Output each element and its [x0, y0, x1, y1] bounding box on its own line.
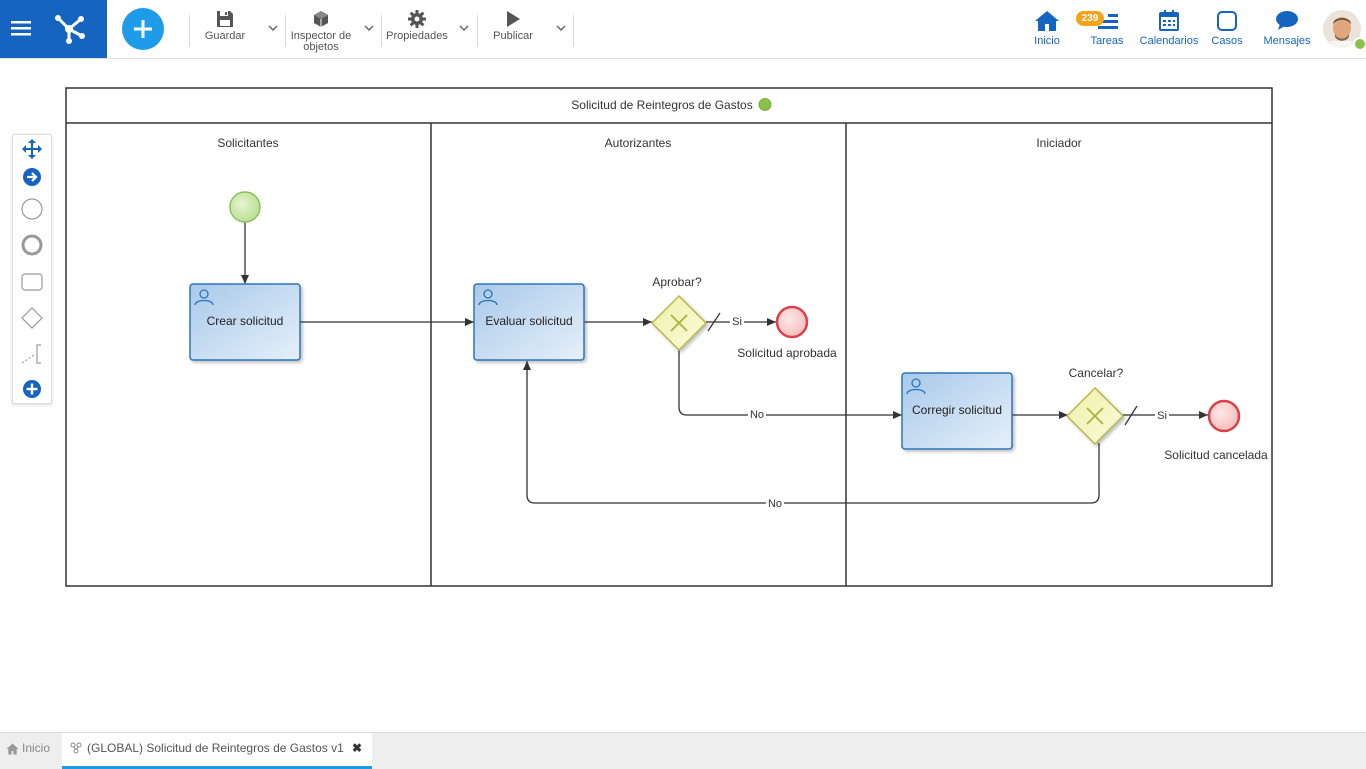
nav-cases[interactable]: Casos	[1208, 10, 1246, 47]
nav-calendars[interactable]: Calendarios	[1138, 10, 1200, 47]
start-event[interactable]	[229, 191, 261, 223]
close-tab-icon[interactable]: ✖	[352, 741, 362, 755]
app-logo-icon[interactable]	[52, 12, 86, 44]
toolbar-divider	[573, 15, 574, 47]
bottom-tab-bar: Inicio (GLOBAL) Solicitud de Reintegros …	[0, 732, 1366, 769]
play-icon	[507, 11, 520, 27]
flow-approve-no[interactable]	[678, 350, 902, 419]
tab-home[interactable]: Inicio	[0, 733, 60, 769]
plus-icon	[134, 20, 152, 38]
task-evaluar-solicitud[interactable]: Evaluar solicitud	[473, 283, 585, 361]
toolbar-divider	[285, 15, 286, 47]
connector-arrow-icon[interactable]	[21, 166, 43, 188]
home-icon	[1035, 11, 1059, 31]
flow-label-no-cancel: No	[768, 498, 782, 510]
save-button[interactable]: Guardar	[200, 10, 250, 42]
task-label-evaluar: Evaluar solicitud	[485, 314, 572, 328]
properties-label: Propiedades	[386, 30, 448, 42]
flow-label-bg	[730, 315, 744, 327]
cube-icon	[314, 11, 328, 27]
nav-home-label: Inicio	[1034, 35, 1060, 47]
nav-cases-label: Casos	[1211, 35, 1243, 47]
task-rectangle-icon[interactable]	[21, 271, 43, 293]
tab-process-label: (GLOBAL) Solicitud de Reintegros de Gast…	[87, 741, 344, 755]
nav-home[interactable]: Inicio	[1028, 10, 1066, 47]
bpmn-diagram-canvas: Solicitud de Reintegros de Gastos Solici…	[65, 87, 1273, 587]
hamburger-menu-icon[interactable]	[11, 18, 31, 38]
chat-bubble-icon	[1276, 11, 1298, 30]
cases-square-icon	[1217, 11, 1237, 31]
save-dropdown-chevron-icon[interactable]	[268, 24, 278, 32]
move-arrows-icon[interactable]	[21, 138, 43, 160]
task-crear-solicitud[interactable]: Crear solicitud	[189, 283, 301, 361]
publish-button[interactable]: Publicar	[486, 10, 540, 42]
toolbar-divider	[381, 15, 382, 47]
toolbar-divider	[477, 15, 478, 47]
nav-tasks-label: Tareas	[1090, 35, 1124, 47]
brand-area	[0, 0, 107, 58]
nav-messages-label: Mensajes	[1263, 35, 1311, 47]
gateway-aprobar[interactable]	[650, 294, 708, 352]
start-event-circle-icon[interactable]	[21, 198, 43, 220]
user-task-icon	[478, 289, 498, 306]
exclusive-gateway-x-icon	[670, 314, 688, 332]
lane-title-solicitantes: Solicitantes	[217, 136, 278, 150]
flow-label-yes-cancel: Si	[1157, 410, 1167, 422]
end-event-label-approved: Solicitud aprobada	[737, 346, 837, 360]
end-event-circle-icon[interactable]	[21, 234, 43, 256]
object-inspector-button[interactable]: Inspector de objetos	[287, 10, 355, 53]
flow-label-bg	[766, 497, 784, 509]
inspector-dropdown-chevron-icon[interactable]	[364, 24, 374, 32]
tab-home-label: Inicio	[22, 741, 51, 755]
lane-title-iniciador: Iniciador	[1036, 136, 1081, 150]
calendar-icon	[1159, 10, 1179, 31]
gateway-label-aprobar: Aprobar?	[652, 275, 702, 289]
gateway-cancelar[interactable]	[1065, 386, 1125, 446]
task-label-crear: Crear solicitud	[207, 314, 284, 328]
pool-status-dot	[758, 98, 772, 111]
flow-label-bg	[748, 409, 766, 421]
flow-cancel-no[interactable]	[523, 361, 1100, 504]
end-event-canceled[interactable]	[1207, 399, 1241, 433]
user-status-indicator	[1353, 37, 1366, 51]
properties-dropdown-chevron-icon[interactable]	[459, 24, 469, 32]
flow-label-no-approve: No	[750, 409, 764, 421]
pool-container[interactable]	[65, 87, 1273, 587]
tab-process[interactable]: (GLOBAL) Solicitud de Reintegros de Gast…	[62, 733, 372, 769]
end-event-approved[interactable]	[775, 305, 809, 339]
default-flow-slash	[1124, 405, 1138, 426]
task-label-corregir: Corregir solicitud	[912, 403, 1002, 417]
new-button[interactable]	[122, 8, 164, 50]
shape-palette	[12, 134, 52, 404]
flow-label-yes-approve: Si	[732, 316, 742, 328]
end-event-label-canceled: Solicitud cancelada	[1164, 448, 1268, 462]
tasks-count-badge: 239	[1076, 11, 1104, 26]
add-element-plus-icon[interactable]	[21, 378, 43, 400]
home-icon	[6, 743, 19, 755]
publish-label: Publicar	[493, 30, 533, 42]
exclusive-gateway-x-icon	[1086, 407, 1104, 425]
top-bar: Guardar Inspector de objetos Propiedades…	[0, 0, 1366, 59]
object-inspector-label-2: objetos	[303, 41, 339, 53]
save-icon	[217, 11, 233, 27]
nav-messages[interactable]: Mensajes	[1261, 10, 1313, 47]
gear-icon	[408, 10, 426, 28]
flow-label-bg	[1155, 409, 1169, 421]
properties-button[interactable]: Propiedades	[383, 10, 451, 42]
pool-title: Solicitud de Reintegros de Gastos	[571, 98, 752, 112]
default-flow-slash	[707, 312, 721, 332]
task-corregir-solicitud[interactable]: Corregir solicitud	[901, 372, 1013, 450]
lane-title-autorizantes: Autorizantes	[605, 136, 672, 150]
user-task-icon	[906, 378, 926, 395]
gateway-label-cancelar: Cancelar?	[1069, 366, 1124, 380]
user-task-icon	[194, 289, 214, 306]
annotation-icon[interactable]	[21, 343, 43, 365]
toolbar-divider	[189, 15, 190, 47]
nav-calendars-label: Calendarios	[1139, 35, 1199, 47]
process-diagram-icon	[70, 742, 82, 754]
save-label: Guardar	[204, 30, 246, 42]
publish-dropdown-chevron-icon[interactable]	[556, 24, 566, 32]
gateway-diamond-icon[interactable]	[21, 307, 43, 329]
